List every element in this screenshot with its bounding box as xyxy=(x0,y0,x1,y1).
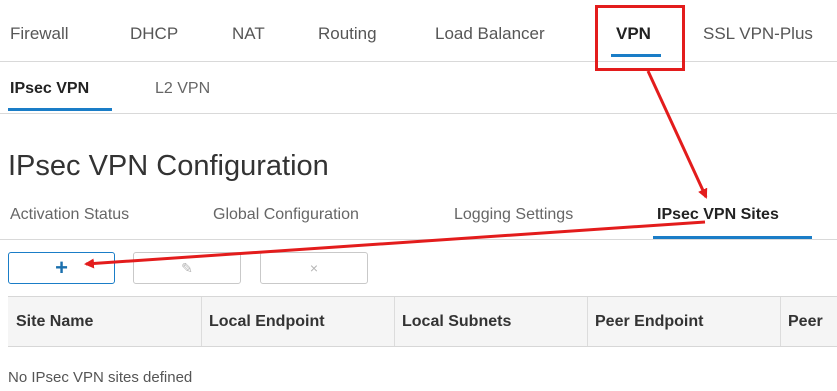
callout-arrow-to-add-button xyxy=(84,220,706,269)
callout-arrow-to-sites-tab xyxy=(646,70,708,199)
callout-arrows xyxy=(84,70,708,269)
